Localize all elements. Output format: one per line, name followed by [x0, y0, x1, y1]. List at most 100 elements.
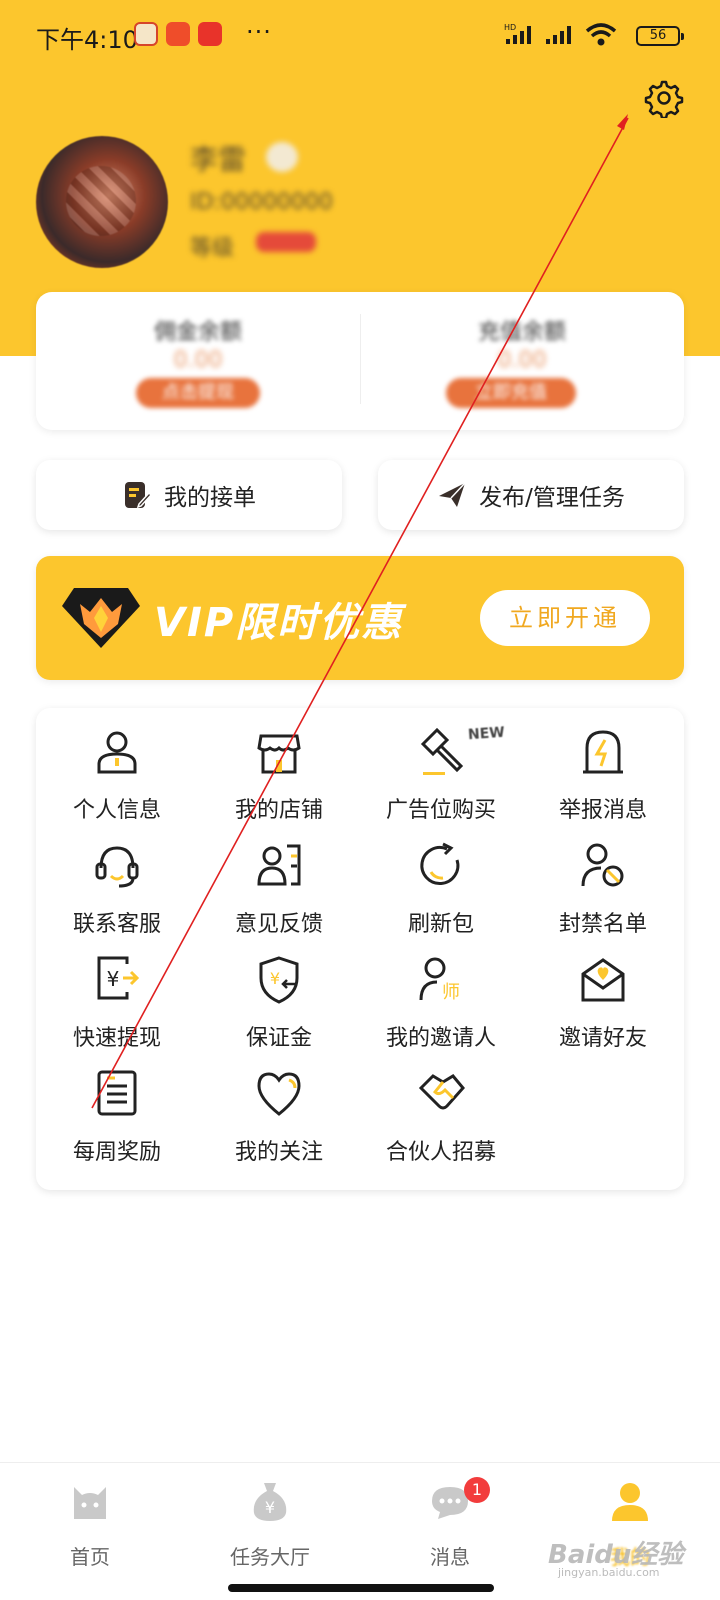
cellular-signal-icon: HD — [504, 23, 531, 44]
person-icon — [97, 731, 137, 774]
nav-item-messages[interactable]: 1 消息 — [360, 1463, 540, 1573]
grid-item-label: 快速提现 — [72, 1026, 161, 1051]
status-bar: 下午4:10 ··· HD 56 — [0, 0, 720, 72]
svg-text:HD: HD — [504, 23, 516, 32]
grid-item-label: 举报消息 — [558, 798, 647, 823]
nav-label: 任务大厅 — [230, 1545, 310, 1569]
paper-plane-icon — [439, 482, 466, 507]
grid-item-label: 我的关注 — [234, 1140, 323, 1165]
avatar[interactable] — [36, 136, 168, 268]
user-icon — [612, 1483, 648, 1521]
feature-grid: 个人信息 我的店铺 广告位购买 NEW 举报消息联系客服 意见反馈 刷新包 封禁名单 ¥ 快速提现… — [36, 708, 684, 1190]
publish-tasks-button[interactable]: 发布/管理任务 — [378, 460, 684, 530]
grid-item-label: 封禁名单 — [558, 912, 647, 937]
mentor-icon: 师 — [419, 957, 460, 1003]
profile-level: 等级 — [190, 236, 235, 261]
grid-item[interactable]: 举报消息 — [522, 712, 684, 828]
level-badge-icon — [256, 232, 316, 252]
commission-balance[interactable]: 佣金余额 0.00 点击提现 — [36, 292, 360, 430]
balance-title: 充值余额 — [477, 320, 566, 345]
grid-item-label: 广告位购买 — [385, 798, 496, 823]
headset-icon — [95, 846, 139, 888]
publish-tasks-label: 发布/管理任务 — [479, 485, 625, 511]
gear-icon[interactable] — [644, 78, 684, 118]
grid-item[interactable]: 刷新包 — [360, 826, 522, 942]
blocked-user-icon — [581, 843, 624, 887]
grid-item[interactable]: 师我的邀请人 — [360, 940, 522, 1056]
vip-crown-icon — [266, 142, 298, 172]
app-notification-icon — [166, 22, 190, 46]
grid-item-label: 刷新包 — [407, 912, 474, 937]
grid-item-label: 联系客服 — [72, 912, 161, 937]
withdraw-button[interactable]: 点击提现 — [136, 378, 260, 408]
grid-item-label: 意见反馈 — [234, 912, 323, 937]
status-time: 下午4:10 — [36, 26, 138, 54]
money-bag-icon: ¥ — [253, 1483, 287, 1521]
diamond-crown-icon — [62, 588, 140, 648]
app-notification-icon — [198, 22, 222, 46]
store-icon — [257, 734, 301, 774]
shield-yen-icon: ¥ — [259, 956, 299, 1004]
feedback-icon — [257, 844, 301, 886]
nav-item-home[interactable]: 首页 — [0, 1463, 180, 1573]
grid-item[interactable]: 合伙人招募 — [360, 1054, 522, 1170]
vip-title: VIP限时优惠 — [154, 600, 404, 646]
report-icon — [583, 730, 623, 774]
grid-item[interactable]: 意见反馈 — [198, 826, 360, 942]
recharge-button[interactable]: 立即充值 — [446, 378, 576, 408]
grid-item[interactable]: 我的店铺 — [198, 712, 360, 828]
more-notifications-icon: ··· — [246, 18, 272, 46]
grid-item[interactable]: 广告位购买 NEW — [360, 712, 522, 828]
grid-item-label: 我的邀请人 — [385, 1026, 496, 1051]
my-orders-label: 我的接单 — [164, 485, 256, 511]
bottom-nav: 首页 ¥ 任务大厅 1 消息 我的 — [0, 1462, 720, 1600]
grid-item[interactable]: 个人信息 — [36, 712, 198, 828]
grid-item[interactable]: 每周奖励 — [36, 1054, 198, 1170]
grid-item[interactable]: 封禁名单 — [522, 826, 684, 942]
grid-item-label: 邀请好友 — [558, 1026, 647, 1051]
handshake-icon — [418, 1074, 465, 1110]
grid-item-label: 每周奖励 — [72, 1140, 161, 1165]
grid-item[interactable]: 联系客服 — [36, 826, 198, 942]
svg-text:¥: ¥ — [107, 967, 120, 991]
heart-icon — [257, 1072, 301, 1116]
balance-value: 0.00 — [173, 348, 223, 373]
profile-name: 李雷 — [190, 143, 247, 176]
grid-item[interactable]: 邀请好友 — [522, 940, 684, 1056]
new-badge: NEW — [467, 724, 506, 744]
svg-text:师: 师 — [442, 982, 460, 1003]
svg-text:¥: ¥ — [265, 1498, 275, 1517]
watermark-url: jingyan.baidu.com — [558, 1566, 660, 1579]
app-notification-icon — [134, 22, 158, 46]
battery-indicator: 56 — [636, 26, 684, 46]
grid-item-label: 我的店铺 — [234, 798, 323, 823]
weekly-reward-icon — [97, 1070, 137, 1116]
svg-text:¥: ¥ — [270, 969, 280, 988]
refresh-icon — [420, 842, 460, 885]
nav-label: 首页 — [70, 1545, 110, 1569]
home-cat-icon — [74, 1487, 106, 1519]
wifi-icon — [585, 23, 617, 46]
balance-card: 佣金余额 0.00 点击提现 充值余额 0.00 立即充值 — [36, 292, 684, 430]
withdraw-icon: ¥ — [97, 956, 140, 1000]
invite-mail-icon — [581, 958, 625, 1002]
grid-item-label: 个人信息 — [72, 798, 161, 823]
grid-item-label: 保证金 — [245, 1026, 312, 1051]
edit-document-icon — [125, 482, 152, 509]
hammer-icon — [420, 727, 464, 775]
balance-title: 佣金余额 — [153, 320, 242, 345]
cellular-signal-icon — [546, 26, 571, 44]
profile-id: ID:00000000 — [190, 190, 333, 215]
nav-label: 消息 — [430, 1545, 470, 1569]
grid-item[interactable]: 我的关注 — [198, 1054, 360, 1170]
vip-activate-button[interactable]: 立即开通 — [480, 590, 650, 646]
nav-item-task-hall[interactable]: ¥ 任务大厅 — [180, 1463, 360, 1573]
balance-value: 0.00 — [497, 348, 547, 373]
grid-item[interactable]: ¥ 快速提现 — [36, 940, 198, 1056]
home-indicator[interactable] — [228, 1584, 494, 1592]
grid-item[interactable]: ¥ 保证金 — [198, 940, 360, 1056]
unread-badge: 1 — [464, 1477, 490, 1503]
my-orders-button[interactable]: 我的接单 — [36, 460, 342, 530]
recharge-balance[interactable]: 充值余额 0.00 立即充值 — [360, 292, 684, 430]
vip-banner[interactable]: VIP限时优惠 立即开通 — [36, 556, 684, 680]
